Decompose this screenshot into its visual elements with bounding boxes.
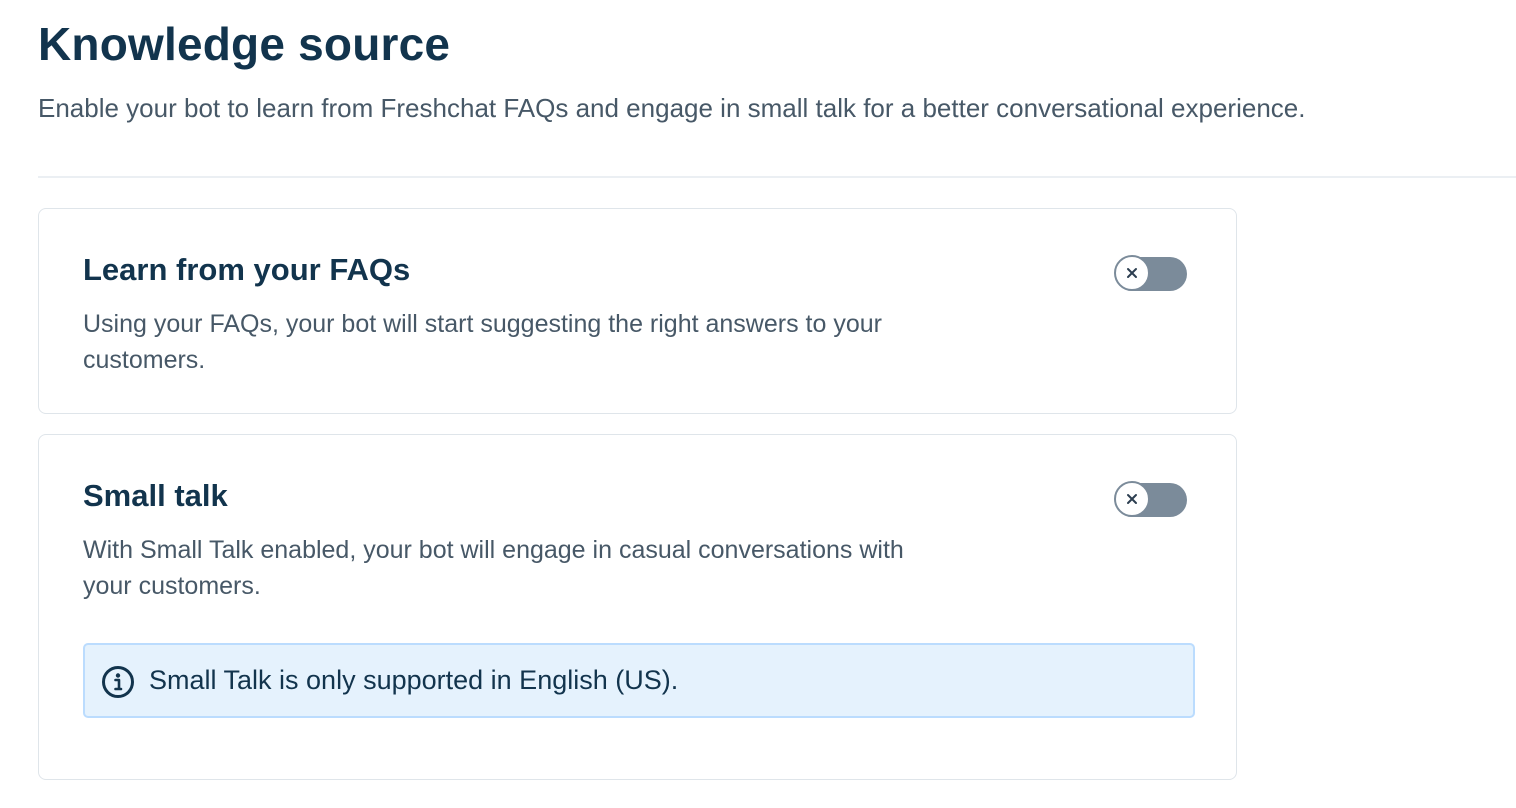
small-talk-toggle[interactable]: [1114, 481, 1187, 517]
faq-toggle[interactable]: [1114, 255, 1187, 291]
small-talk-card: Small talk With Small Talk enabled, your…: [38, 434, 1237, 780]
page-description: Enable your bot to learn from Freshchat …: [38, 93, 1306, 123]
small-talk-card-title: Small talk: [83, 478, 228, 513]
divider: [38, 176, 1516, 178]
faq-card-title: Learn from your FAQs: [83, 252, 411, 287]
notice-text: Small Talk is only supported in English …: [149, 665, 679, 695]
small-talk-card-description: With Small Talk enabled, your bot will e…: [83, 536, 904, 600]
info-icon: [102, 666, 134, 698]
toggle-knob: [1114, 255, 1150, 291]
close-icon: [1127, 494, 1137, 504]
page-title: Knowledge source: [38, 18, 451, 70]
faq-card: Learn from your FAQs Using your FAQs, yo…: [38, 208, 1237, 414]
toggle-knob: [1114, 481, 1150, 517]
close-icon: [1127, 268, 1137, 278]
small-talk-language-notice: Small Talk is only supported in English …: [83, 643, 1195, 718]
faq-card-description: Using your FAQs, your bot will start sug…: [83, 310, 882, 374]
